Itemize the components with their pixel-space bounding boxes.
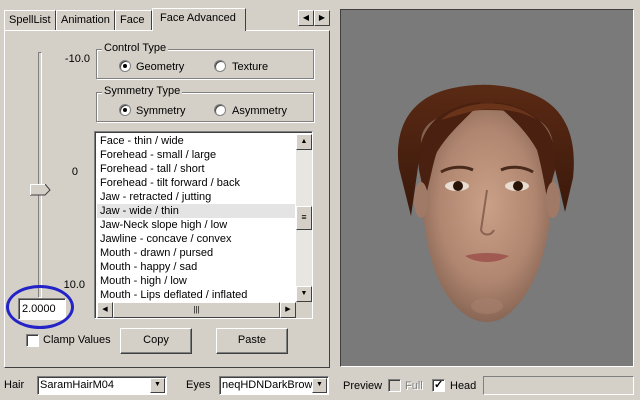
scrollbar-corner [296, 302, 312, 318]
hair-dropdown-button[interactable]: ▼ [150, 378, 165, 393]
chevron-down-icon: ▼ [154, 381, 161, 388]
scroll-up-button[interactable]: ▲ [296, 134, 312, 150]
eyes-select[interactable]: neqHDNDarkBrow ▼ [219, 376, 329, 395]
slider-thumb-icon [29, 183, 51, 196]
morph-list-item[interactable]: Mouth - Lips deflated / inflated [97, 288, 295, 302]
asymmetry-label: Asymmetry [232, 105, 287, 117]
morph-list-item[interactable]: Mouth - drawn / pursed [97, 246, 295, 260]
arrow-left-icon: ◀ [302, 13, 310, 22]
head-model-image [397, 84, 574, 322]
morph-list-horizontal-scrollbar[interactable]: ◀ ||| ▶ [97, 302, 296, 318]
preview-label: Preview [343, 380, 383, 392]
chevron-down-icon: ▼ [316, 381, 323, 388]
control-type-title: Control Type [102, 42, 169, 54]
morph-list-item[interactable]: Mouth - happy / sad [97, 260, 295, 274]
eyes-label: Eyes [186, 379, 211, 391]
tab-face[interactable]: Face [115, 10, 152, 30]
morph-list-item[interactable]: Face - thin / wide [97, 134, 295, 148]
head-label: Head [450, 380, 477, 392]
tab-animation[interactable]: Animation [56, 10, 115, 30]
morph-list-vertical-scrollbar[interactable]: ▲ ≡ ▼ [296, 134, 312, 302]
arrow-right-icon: ▶ [318, 13, 326, 22]
hair-select[interactable]: SaramHairM04 ▼ [37, 376, 167, 395]
copy-button[interactable]: Copy [120, 328, 192, 354]
eyes-value: neqHDNDarkBrow [222, 379, 313, 391]
full-label: Full [405, 380, 423, 392]
symmetry-label: Symmetry [136, 105, 186, 117]
head-preview-viewport[interactable] [340, 9, 634, 367]
symmetry-type-title: Symmetry Type [102, 85, 183, 97]
checkmark-icon: ✓ [434, 379, 444, 391]
vertical-scroll-thumb[interactable]: ≡ [296, 206, 312, 230]
arrow-left-icon: ◀ [102, 306, 108, 313]
slider-label-mid: 0 [71, 166, 78, 178]
scroll-left-button[interactable]: ◀ [97, 302, 113, 318]
scroll-down-button[interactable]: ▼ [296, 286, 312, 302]
morph-list-item[interactable]: Jaw-Neck slope high / low [97, 218, 295, 232]
tab-face-advanced[interactable]: Face Advanced [152, 8, 246, 31]
grip-icon: ||| [193, 305, 200, 314]
arrow-up-icon: ▲ [300, 138, 308, 145]
tab-scroll-left-button[interactable]: ◀ [298, 10, 314, 26]
geometry-label: Geometry [136, 61, 185, 73]
morph-slider-track[interactable] [38, 52, 42, 298]
morph-list-item[interactable]: Jaw - wide / thin [97, 204, 295, 218]
hair-value: SaramHairM04 [40, 379, 114, 391]
clamp-values-label: Clamp Values [43, 334, 111, 346]
asymmetry-radio[interactable] [214, 104, 226, 116]
arrow-down-icon: ▼ [300, 290, 308, 297]
morph-list-item[interactable]: Forehead - small / large [97, 148, 295, 162]
geometry-radio[interactable] [119, 60, 131, 72]
morph-list[interactable]: Face - thin / wide Forehead - small / lar… [94, 131, 313, 319]
morph-list-item[interactable]: Forehead - tilt forward / back [97, 176, 295, 190]
grip-icon: ≡ [301, 212, 307, 222]
paste-button[interactable]: Paste [216, 328, 288, 354]
tab-label: Face [120, 14, 145, 26]
eyes-dropdown-button[interactable]: ▼ [312, 378, 327, 393]
morph-list-items: Face - thin / wide Forehead - small / lar… [97, 134, 295, 302]
morph-list-item[interactable]: Mouth - high / low [97, 274, 295, 288]
head-checkbox[interactable]: ✓ [432, 379, 445, 392]
arrow-right-icon: ▶ [285, 306, 291, 313]
morph-list-item[interactable]: Jawline - concave / convex [97, 232, 295, 246]
horizontal-scroll-thumb[interactable]: ||| [113, 302, 280, 318]
hair-label: Hair [4, 379, 25, 391]
symmetry-radio[interactable] [119, 104, 131, 116]
morph-slider-thumb[interactable] [29, 183, 51, 196]
tab-label: Animation [61, 14, 110, 26]
morph-list-item[interactable]: Forehead - tall / short [97, 162, 295, 176]
annotation-circle [6, 285, 74, 329]
tab-label: SpellList [9, 14, 51, 26]
scroll-right-button[interactable]: ▶ [280, 302, 296, 318]
morph-list-item[interactable]: Jaw - retracted / jutting [97, 190, 295, 204]
full-checkbox[interactable] [388, 379, 401, 392]
tab-spelllist[interactable]: SpellList [4, 10, 56, 30]
tab-label: Face Advanced [160, 12, 236, 24]
texture-radio[interactable] [214, 60, 226, 72]
clamp-values-checkbox[interactable] [26, 334, 39, 347]
tab-scroll-right-button[interactable]: ▶ [314, 10, 330, 26]
texture-label: Texture [232, 61, 269, 73]
slider-label-min: -10.0 [64, 53, 90, 65]
status-field [483, 376, 634, 395]
